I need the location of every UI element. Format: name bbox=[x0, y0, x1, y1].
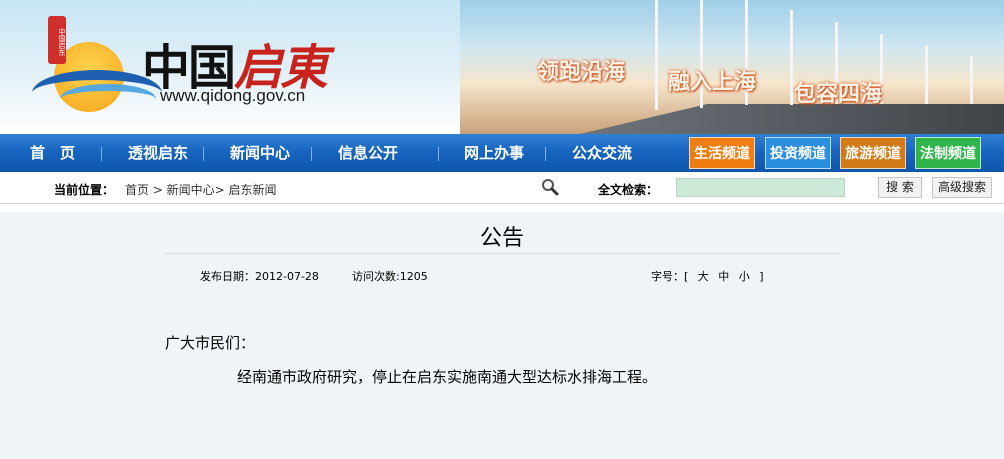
channel-investment[interactable]: 投资频道 bbox=[765, 137, 831, 169]
visit-count: 访问次数:1205 bbox=[352, 270, 428, 283]
publish-date: 发布日期：2012-07-28 bbox=[200, 270, 319, 283]
bridge-pylon bbox=[655, 0, 658, 110]
slogan-2: 融入上海 bbox=[668, 70, 757, 95]
font-size-large[interactable]: 大 bbox=[698, 270, 709, 283]
font-size-small[interactable]: 小 bbox=[739, 270, 750, 283]
nav-item-public[interactable]: 公众交流 bbox=[572, 134, 632, 172]
article-title: 公告 bbox=[479, 226, 524, 251]
channel-legal[interactable]: 法制频道 bbox=[915, 137, 981, 169]
channel-life[interactable]: 生活频道 bbox=[689, 137, 755, 169]
breadcrumb[interactable]: 首页 > 新闻中心> 启东新闻 bbox=[125, 181, 277, 198]
advanced-search-button[interactable]: 高级搜索 bbox=[932, 177, 992, 198]
main-nav: 首 页 透视启东 新闻中心 信息公开 网上办事 公众交流 生活频道 投资频道 旅… bbox=[0, 134, 1004, 172]
nav-separator bbox=[438, 147, 439, 161]
location-label: 当前位置： bbox=[54, 183, 115, 197]
bridge-pylon bbox=[790, 10, 793, 105]
search-input[interactable] bbox=[676, 178, 845, 197]
title-divider bbox=[165, 253, 841, 254]
font-size-close: ] bbox=[759, 270, 764, 283]
nav-item-news[interactable]: 新闻中心 bbox=[230, 134, 290, 172]
nav-item-insight[interactable]: 透视启东 bbox=[128, 134, 188, 172]
article-body: 经南通市政府研究，停止在启东实施南通大型达标水排海工程。 bbox=[237, 368, 658, 386]
nav-item-info[interactable]: 信息公开 bbox=[338, 134, 398, 172]
article-greeting: 广大市民们： bbox=[165, 334, 256, 352]
search-button[interactable]: 搜 索 bbox=[878, 177, 922, 198]
slogan-1: 领跑沿海 bbox=[537, 60, 626, 85]
logo-seal: 中国启东 bbox=[48, 16, 66, 64]
channel-tourism[interactable]: 旅游频道 bbox=[840, 137, 906, 169]
site-url: www.qidong.gov.cn bbox=[160, 86, 306, 105]
font-size-control: 字号：[ 大 中 小 ] bbox=[651, 268, 764, 284]
search-label: 全文检索： bbox=[598, 183, 659, 197]
nav-separator bbox=[311, 147, 312, 161]
font-size-label: 字号：[ bbox=[651, 270, 689, 283]
content-gap bbox=[0, 204, 1004, 212]
location-bar: 当前位置： 首页 > 新闻中心> 启东新闻 全文检索： 搜 索 高级搜索 bbox=[0, 172, 1004, 204]
nav-item-home[interactable]: 首 页 bbox=[30, 134, 75, 172]
nav-separator bbox=[203, 147, 204, 161]
bridge-pylon bbox=[970, 56, 973, 104]
header-banner: 中国启东 中国启東 www.qidong.gov.cn 领跑沿海 融入上海 包容… bbox=[0, 0, 1004, 134]
nav-separator bbox=[101, 147, 102, 161]
slogan-3: 包容四海 bbox=[794, 82, 883, 107]
nav-item-services[interactable]: 网上办事 bbox=[464, 134, 524, 172]
magnifier-icon[interactable] bbox=[541, 178, 559, 196]
nav-separator bbox=[545, 147, 546, 161]
bridge-pylon bbox=[925, 46, 928, 104]
font-size-medium[interactable]: 中 bbox=[718, 270, 729, 283]
